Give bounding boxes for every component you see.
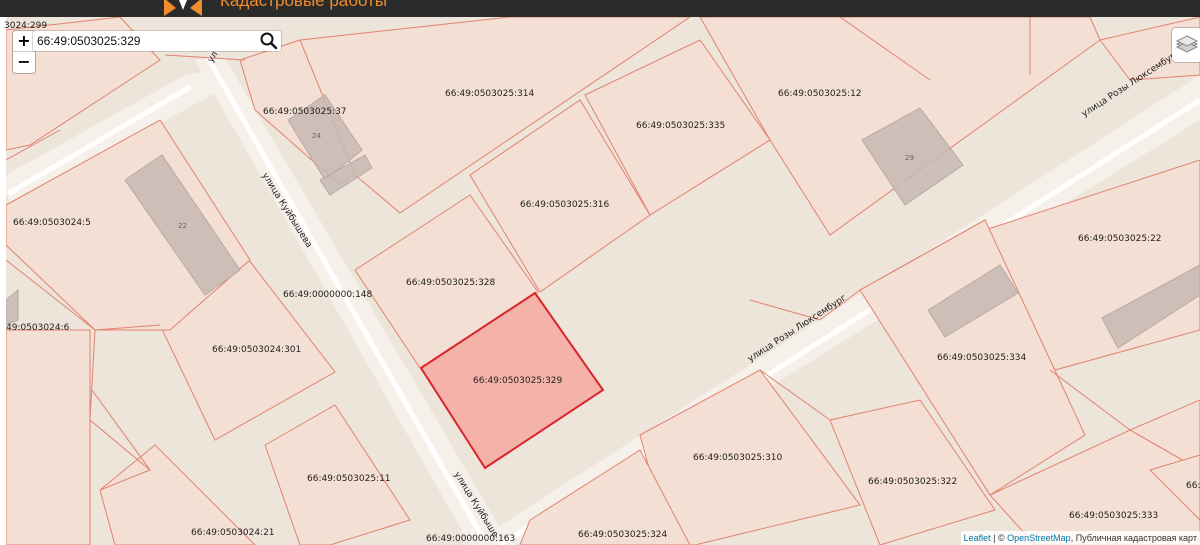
zoom-out-button[interactable]: − bbox=[13, 52, 35, 72]
attribution-text: , Публичная кадастровая карт bbox=[1070, 533, 1197, 543]
parcel-label: 66:49:0503025:11 bbox=[307, 474, 391, 484]
search-icon bbox=[260, 32, 278, 50]
search-input[interactable] bbox=[37, 32, 247, 50]
parcel-label: 66:49:0503024:21 bbox=[191, 528, 275, 538]
parcel-label: 66:49:0503025:322 bbox=[868, 477, 957, 487]
selected-parcel-label: 66:49:0503025:329 bbox=[473, 376, 563, 386]
zoom-in-button[interactable]: + bbox=[13, 31, 35, 52]
parcel-label: 66:49:0503025:335 bbox=[636, 121, 725, 131]
layers-icon bbox=[1175, 35, 1199, 53]
parcel-label: 66:49:0503024:5 bbox=[13, 218, 91, 228]
brand-logo-icon bbox=[164, 0, 202, 16]
leaflet-link[interactable]: Leaflet bbox=[964, 533, 991, 543]
parcel-label: 66:4 bbox=[1186, 481, 1200, 491]
house-number: 29 bbox=[905, 154, 914, 162]
parcel-label: 66:49:0503025:324 bbox=[578, 530, 668, 540]
parcel-label: 66:49:0503025:310 bbox=[693, 453, 783, 463]
search-button[interactable] bbox=[257, 31, 281, 51]
parcel-6 bbox=[6, 329, 91, 545]
attribution-separator: | © bbox=[990, 533, 1008, 543]
layers-button[interactable] bbox=[1172, 28, 1200, 62]
osm-link[interactable]: OpenStreetMap bbox=[1007, 533, 1071, 543]
house-number: 24 bbox=[312, 132, 321, 140]
map-attribution: Leaflet | © OpenStreetMap, Публичная кад… bbox=[960, 531, 1200, 545]
brand-title[interactable]: Кадастровые работы bbox=[220, 0, 387, 11]
top-bar: Кадастровые работы bbox=[0, 0, 1200, 17]
parcel-label: 66:49:0503025:334 bbox=[937, 353, 1027, 363]
house-number: 22 bbox=[178, 222, 187, 230]
cadastral-map[interactable]: 24 29 22 66:49:0503025:37 66:49:0503025:… bbox=[6, 17, 1200, 545]
zoom-control: + − bbox=[13, 31, 35, 73]
parcel-label: 66:49:0503025:37 bbox=[263, 107, 347, 117]
parcel-label: 66:49:0503025:328 bbox=[406, 278, 496, 288]
parcel-label: 66:49:0000000:163 bbox=[426, 534, 515, 544]
parcel-label: 66:49:0503025:22 bbox=[1078, 234, 1162, 244]
parcel-label: 66:49:0503025:314 bbox=[445, 89, 535, 99]
parcel-label: 66:49:0503025:12 bbox=[778, 89, 862, 99]
parcel-label: 66:49:0503024:301 bbox=[212, 345, 301, 355]
search-box bbox=[33, 31, 281, 51]
parcel-label: 66:49:0000000:148 bbox=[283, 290, 373, 300]
parcel-label: 66:49:0503025:316 bbox=[520, 200, 610, 210]
parcel-label: 66:49:0503025:333 bbox=[1069, 511, 1158, 521]
parcel-label-corner: 3024:299 bbox=[4, 21, 48, 31]
parcel-label: 49:0503024:6 bbox=[6, 323, 70, 333]
